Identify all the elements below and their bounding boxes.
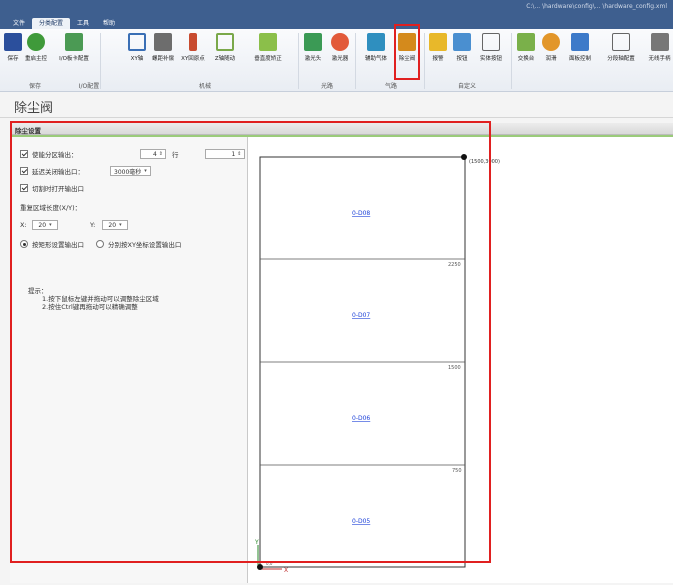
laser-burst-icon (331, 33, 349, 51)
group-separator (424, 33, 425, 89)
keypad-icon (650, 33, 669, 51)
tick-750: 750 (452, 468, 462, 474)
xy-value-row: X: 20 ▾ Y: 20 ▾ (20, 220, 128, 230)
tick-2250: 2250 (448, 262, 461, 268)
corner-handle[interactable] (461, 154, 467, 160)
origin-handle[interactable] (257, 564, 263, 570)
physical-button-button[interactable]: 实体按钮 (474, 33, 508, 62)
zone-link[interactable]: 0-D08 (352, 210, 370, 217)
document-icon (612, 33, 630, 51)
perpendicular-icon (259, 33, 277, 51)
tick-1500: 1500 (448, 365, 461, 371)
laser-head-button[interactable]: 激光头 (301, 33, 325, 62)
chevron-down-icon: ▾ (49, 222, 52, 228)
save-button[interactable]: 保存 (3, 33, 23, 62)
cols-spinner[interactable]: 1 ⇕ (204, 149, 245, 159)
chevron-down-icon: ▾ (119, 222, 122, 228)
button-config-button[interactable]: 按钮 (451, 33, 473, 62)
warning-icon (429, 33, 447, 51)
mode-row: 按矩形设置输出口 分别按XY坐标设置输出口 (20, 239, 181, 249)
delay-close-checkbox[interactable] (20, 167, 28, 175)
zone-output-row: 使能分区输出： 4⇕ 行 1⇕ 列 (20, 149, 257, 159)
panel-icon (571, 33, 589, 51)
spin-arrows-icon: ⇕ (158, 151, 163, 157)
section-title: 除尘设置 (15, 127, 41, 135)
group-separator (298, 33, 299, 89)
zone-drawing: (1500,3000) 2250 1500 750 0-D08 0-D07 0-… (254, 154, 500, 574)
z-follow-button[interactable]: Z轴随动 (210, 33, 240, 62)
title-divider (0, 117, 673, 118)
page-title: 除尘阀 (14, 101, 54, 116)
io-gear-icon (65, 33, 83, 51)
exchange-icon (517, 33, 535, 51)
dust-valve-highlight (394, 24, 420, 80)
restart-controller-button[interactable]: 重启主控 (23, 33, 49, 62)
zone-link[interactable]: 0-D07 (352, 312, 370, 319)
restart-icon (27, 33, 45, 51)
group-label-optical: 光路 (320, 83, 333, 90)
laser-head-icon (304, 33, 322, 51)
ribbon-tabs: 文件 分类配置 工具 帮助 (0, 16, 673, 29)
x-select[interactable]: 20 ▾ (32, 220, 58, 230)
panel-control-button[interactable]: 面板控制 (563, 33, 597, 62)
spin-arrows-icon: ⇕ (237, 151, 242, 157)
section-header: 除尘设置 (10, 123, 673, 135)
origin-label: 0,0 (266, 561, 273, 566)
xy-axis-icon (128, 33, 146, 51)
cut-open-row: 切割时打开输出口 (20, 183, 84, 193)
xy-axis-button[interactable]: XY轴 (126, 33, 148, 62)
hint-text: 提示： 1.按下鼠标左键并拖动可以调整除尘区域 2.按住Ctrl键再拖动可以精确… (28, 287, 159, 311)
perpendicularity-button[interactable]: 垂直度矫正 (242, 33, 294, 62)
pitch-compensation-button[interactable]: 螺距补偿 (149, 33, 177, 62)
exchange-table-button[interactable]: 交换台 (513, 33, 539, 62)
xy-mode-radio[interactable] (96, 240, 104, 248)
gas-valve-icon (367, 33, 385, 51)
tab-tools[interactable]: 工具 (70, 18, 96, 29)
group-label-gas: 气路 (384, 83, 397, 90)
pitch-icon (154, 33, 172, 51)
group-label-save: 保存 (28, 83, 41, 90)
zone-link[interactable]: 0-D06 (352, 415, 370, 422)
users-icon (453, 33, 471, 51)
rect-mode-radio[interactable] (20, 240, 28, 248)
alarm-button[interactable]: 报警 (427, 33, 449, 62)
group-separator (511, 33, 512, 89)
tab-help[interactable]: 帮助 (96, 18, 122, 29)
zone-link[interactable]: 0-D05 (352, 518, 370, 525)
dust-zone-canvas[interactable]: (1500,3000) 2250 1500 750 0-D08 0-D07 0-… (248, 137, 673, 583)
delay-close-row: 延迟关闭输出口： 3000毫秒 ▾ (20, 166, 151, 176)
chevron-down-icon: ▾ (144, 168, 147, 174)
lubrication-button[interactable]: 润滑 (540, 33, 562, 62)
tab-category-config[interactable]: 分类配置 (32, 18, 71, 29)
repeat-length-row: 重复区域长度(X/Y)： (20, 204, 82, 212)
group-label-io: I/O配置 (78, 83, 100, 90)
y-select[interactable]: 20 ▾ (102, 220, 128, 230)
title-bar: C:\... \hardware\config\... \hardware_co… (0, 0, 673, 16)
save-icon (4, 33, 22, 51)
wireless-handle-button[interactable]: 无线手柄 (646, 33, 673, 62)
y-axis-label: Y (254, 539, 259, 546)
window-path: C:\... \hardware\config\... \hardware_co… (526, 3, 667, 10)
xy-home-button[interactable]: XY回原点 (178, 33, 208, 62)
oil-drop-icon (542, 33, 560, 51)
segment-axis-button[interactable]: 分段轴配置 (598, 33, 644, 62)
zone-output-checkbox[interactable] (20, 150, 28, 158)
group-label-mechanical: 机械 (198, 83, 211, 90)
chart-icon (482, 33, 500, 51)
ribbon-toolbar: 保存 重启主控 I/O板卡配置 XY轴 螺距补偿 XY回原点 Z轴随动 垂直度矫… (0, 29, 673, 92)
x-axis-label: X (284, 567, 288, 574)
group-label-custom: 自定义 (457, 83, 476, 90)
io-board-config-button[interactable]: I/O板卡配置 (51, 33, 97, 62)
home-arrows-icon (189, 33, 197, 51)
delay-close-select[interactable]: 3000毫秒 ▾ (110, 166, 151, 176)
rows-spinner[interactable]: 4 ⇕ (140, 149, 166, 159)
corner-label: (1500,3000) (469, 159, 500, 165)
cut-open-checkbox[interactable] (20, 184, 28, 192)
z-follow-icon (216, 33, 234, 51)
laser-button[interactable]: 激光器 (327, 33, 353, 62)
assist-gas-button[interactable]: 辅助气体 (358, 33, 394, 62)
settings-panel: 使能分区输出： 4⇕ 行 1⇕ 列 延迟关闭输出口： 3000毫秒▾ 切割时打开… (10, 137, 257, 583)
tab-file[interactable]: 文件 (6, 18, 32, 29)
group-separator (355, 33, 356, 89)
